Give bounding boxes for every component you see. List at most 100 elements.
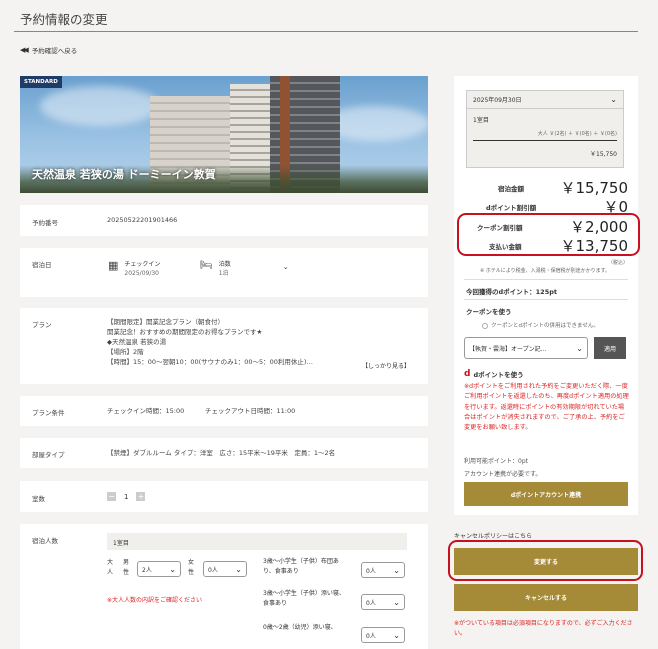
change-button-highlight-box [448, 540, 643, 581]
room-count-label: 室数 [32, 495, 45, 503]
child1-label: 3歳～小学生（子供）布団あり、食事あり [263, 558, 339, 575]
hotel-name: 天然温泉 若狭の湯 ドーミーイン敦賀 [32, 168, 216, 181]
female-select[interactable]: 0人 ⌄ [203, 561, 247, 577]
child2-select-value: 0人 [366, 599, 376, 607]
room-type-row: 部屋タイプ 【禁煙】ダブルルーム タイプ：洋室 広さ：15平米～19平米 定員：… [20, 438, 428, 468]
room-count-stepper[interactable]: − 1 + [107, 492, 146, 501]
room-type-value: 【禁煙】ダブルルーム タイプ：洋室 広さ：15平米～19平米 定員：1～2名 [107, 449, 336, 457]
plan-badge: STANDARD [20, 76, 62, 88]
room-price: ￥15,750 [590, 151, 617, 158]
checkin-field[interactable]: ▦ チェックイン 2025/09/30 [108, 260, 160, 278]
child1-select-value: 0人 [366, 567, 376, 575]
plan-conditions-label: プラン条件 [32, 409, 65, 417]
child3-select-value: 0人 [366, 632, 376, 640]
summary-room: 1室目 [473, 117, 489, 124]
bed-icon: 🛏 [200, 260, 213, 271]
checkin-date: 2025/09/30 [124, 270, 159, 277]
back-link[interactable]: ◀◀ 予約確認へ戻る [20, 45, 77, 55]
plan-more-link[interactable]: 【しっかり見る】 [362, 361, 410, 370]
female-select-value: 0人 [208, 566, 218, 574]
adult-warning: ※大人人数の内訳をご確認ください [107, 597, 203, 604]
female-label: 女性 [188, 559, 195, 576]
coupon-radio-note: クーポンとdポイントの併用はできません。 [491, 323, 599, 329]
d-point-warning: ※dポイントをご利用された予約をご変更いただく際、一度ご利用ポイントを返還したの… [464, 383, 629, 432]
adult-field: 大人 [107, 558, 115, 578]
cancel-reservation-button[interactable]: キャンセルする [454, 584, 638, 611]
nights-label: 泊数 [218, 261, 231, 268]
room-type-label: 部屋タイプ [32, 451, 65, 459]
plan-line: 【場所】2階 [107, 348, 144, 356]
stay-total-value: ￥15,750 [560, 179, 629, 197]
male-select-value: 2人 [142, 566, 152, 574]
plan-conditions-row: プラン条件 チェックイン時間：15:00 チェックアウト日時間：11:00 [20, 396, 428, 426]
summary-date: 2025年09月30日 [473, 97, 522, 104]
male-select[interactable]: 2人 ⌄ [137, 561, 181, 577]
checkout-time: チェックアウト日時間：11:00 [205, 407, 296, 415]
page-title: 予約情報の変更 [20, 12, 108, 27]
plan-label: プラン [32, 321, 52, 329]
double-chevron-left-icon: ◀◀ [20, 46, 29, 54]
reservation-number-label: 予約番号 [32, 219, 58, 227]
child2-select[interactable]: 0人 ⌄ [361, 594, 405, 610]
reservation-details: STANDARD 天然温泉 若狭の湯 ドーミーイン敦賀 予約番号 2025052… [20, 76, 428, 649]
child3-select[interactable]: 0人 ⌄ [361, 627, 405, 643]
radio-icon [482, 322, 488, 329]
plan-line: ◆天然温泉 若狭の湯 [107, 338, 167, 346]
d-account-note: アカウント連携が必要です。 [464, 471, 542, 478]
price-breakdown: 大人 ￥(2名) ＋ ￥(0名) ＋ ￥(0名) [537, 131, 617, 137]
tax-note: （税込） [607, 260, 628, 266]
back-link-label: 予約確認へ戻る [31, 47, 78, 55]
calendar-icon: ▦ [108, 259, 119, 272]
male-label: 男性 [123, 559, 130, 576]
required-note: ※がついている項目は必須項目になりますので、必ずご入力ください。 [454, 620, 633, 637]
plan-description: 【期間限定】開業記念プラン（朝食付） 開業記念！おすすめの期間限定のお得なプラン… [107, 317, 417, 367]
chevron-down-icon: ⌄ [576, 343, 583, 353]
chevron-down-icon: ⌄ [169, 564, 176, 574]
chevron-down-icon: ⌄ [393, 597, 400, 607]
coupon-radio[interactable]: クーポンとdポイントの併用はできません。 [482, 321, 599, 329]
d-point-available: 利用可能ポイント：0pt [464, 458, 528, 465]
plan-row: プラン 【期間限定】開業記念プラン（朝食付） 開業記念！おすすめの期間限定のお得… [20, 308, 428, 384]
chevron-down-icon[interactable]: ⌄ [283, 260, 289, 274]
plus-icon[interactable]: + [136, 492, 146, 501]
stay-date-label: 宿泊日 [32, 261, 52, 269]
checkin-label: チェックイン [124, 261, 161, 268]
room-header: 1室目 [107, 533, 407, 550]
d-account-link-button[interactable]: dポイントアカウント連携 [464, 482, 628, 506]
date-accordion[interactable]: 2025年09月30日 ⌄ 1室目 大人 ￥(2名) ＋ ￥(0名) ＋ ￥(0… [466, 90, 624, 168]
chevron-down-icon: ⌄ [393, 630, 400, 640]
d-point-logo-icon: d [464, 369, 471, 379]
adult-label: 大人 [107, 559, 122, 576]
stay-total-label: 宿泊金額 [498, 185, 524, 193]
room-count-row: 室数 − 1 + [20, 481, 428, 512]
coupon-select-value: 【執賀・雲海】オープン記… [469, 345, 547, 353]
child1-select[interactable]: 0人 ⌄ [361, 562, 405, 578]
reservation-number-row: 予約番号 20250522201901466 [20, 205, 428, 236]
room-count-value: 1 [124, 492, 129, 501]
nights-field[interactable]: 🛏 泊数 1泊 ⌄ [200, 260, 289, 278]
d-discount-label: dポイント割引額 [486, 204, 537, 212]
guests-row: 宿泊人数 1室目 大人 男性 2人 ⌄ 女性 0人 ⌄ ※大人人数の内訳をご確認… [20, 524, 428, 649]
date-accordion-header[interactable]: 2025年09月30日 ⌄ [467, 91, 623, 109]
price-highlight-box [457, 213, 640, 256]
nights-value: 1泊 [218, 270, 229, 277]
coupon-use-label: クーポンを使う [466, 308, 512, 316]
d-point-use[interactable]: d dポイントを使う [464, 369, 524, 379]
d-point-use-label: dポイントを使う [473, 371, 524, 379]
apply-coupon-button[interactable]: 適用 [594, 337, 626, 359]
tax-extra-note: ※ ホテルにより税金、入湯税・保宿税が別途かかります。 [480, 268, 611, 274]
guests-label: 宿泊人数 [32, 537, 58, 545]
cancel-policy-link[interactable]: キャンセルポリシーはこちら [454, 531, 532, 540]
stay-date-row: 宿泊日 ▦ チェックイン 2025/09/30 🛏 泊数 1泊 ⌄ [20, 248, 428, 297]
coupon-select[interactable]: 【執賀・雲海】オープン記… ⌄ [464, 337, 588, 359]
checkin-time: チェックイン時間：15:00 [107, 407, 185, 415]
reservation-number: 20250522201901466 [107, 216, 178, 224]
child3-label: 0歳～2歳（幼児）添い寝、 [263, 624, 337, 631]
plan-line: 【時間】15：00～翌朝10：00(サウナのみ1：00～5：00利用休止)… [107, 358, 313, 366]
title-divider [14, 31, 638, 32]
chevron-down-icon: ⌄ [610, 95, 617, 104]
chevron-down-icon: ⌄ [235, 564, 242, 574]
minus-icon[interactable]: − [107, 492, 116, 501]
chevron-down-icon: ⌄ [393, 565, 400, 575]
child2-label: 3歳～小学生（子供）添い寝、食事あり [263, 590, 345, 607]
